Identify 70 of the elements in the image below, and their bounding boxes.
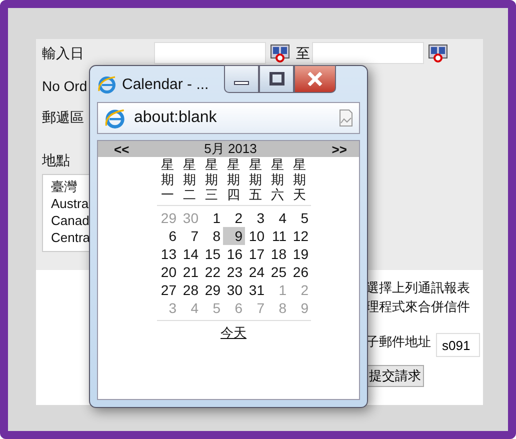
order-label: No Ord [42, 77, 88, 95]
address-text: about:blank [134, 109, 218, 127]
previous-month-link[interactable]: << [114, 142, 130, 156]
calendar-day[interactable]: 8 [200, 227, 222, 245]
calendar-day[interactable]: 22 [200, 263, 222, 281]
email-label: 子郵件地址 [366, 333, 431, 351]
calendar-day[interactable]: 30 [222, 281, 244, 299]
calendar-day[interactable]: 15 [200, 245, 222, 263]
minimize-icon [234, 81, 249, 85]
date-from-field[interactable] [154, 42, 266, 64]
weekday-header: 星期天 [292, 157, 307, 202]
calendar-day[interactable]: 24 [244, 263, 266, 281]
address-bar[interactable]: about:blank [97, 102, 360, 134]
calendar-day[interactable]: 5 [288, 209, 310, 227]
today-link[interactable]: 今天 [220, 324, 246, 342]
close-button[interactable] [294, 65, 336, 93]
browser-icon [104, 107, 126, 129]
calendar-day[interactable]: 14 [178, 245, 200, 263]
location-option[interactable]: Austra [51, 195, 89, 212]
date-to-label: 至 [296, 45, 310, 61]
calendar-day[interactable]: 4 [266, 209, 288, 227]
calendar-day[interactable]: 20 [156, 263, 178, 281]
calendar-day[interactable]: 13 [156, 245, 178, 263]
location-option[interactable]: Canad [51, 212, 90, 229]
calendar-day[interactable]: 19 [288, 245, 310, 263]
calendar-day[interactable]: 12 [288, 227, 310, 245]
calendar-day[interactable]: 3 [244, 209, 266, 227]
calendar-day[interactable]: 10 [244, 227, 266, 245]
calendar-day[interactable]: 18 [266, 245, 288, 263]
calendar-day[interactable]: 31 [244, 281, 266, 299]
calendar-day[interactable]: 16 [222, 245, 244, 263]
calendar-day[interactable]: 2 [222, 209, 244, 227]
date-to-field[interactable] [312, 42, 424, 64]
calendar-day[interactable]: 27 [156, 281, 178, 299]
location-option[interactable]: Centra [51, 229, 90, 246]
calendar-day[interactable]: 1 [200, 209, 222, 227]
calendar-day[interactable]: 25 [266, 263, 288, 281]
calendar-day[interactable]: 6 [156, 227, 178, 245]
next-month-link[interactable]: >> [332, 142, 347, 156]
calendar-icon[interactable] [428, 43, 448, 63]
close-icon [305, 72, 325, 86]
weekday-header: 星期六 [270, 157, 285, 202]
zip-label: 郵遞區 [42, 108, 84, 126]
location-option[interactable]: 臺灣 [51, 178, 77, 195]
calendar-day[interactable]: 26 [288, 263, 310, 281]
weekday-header: 星期四 [226, 157, 241, 202]
calendar-day[interactable]: 29 [200, 281, 222, 299]
weekday-header: 星期五 [248, 157, 263, 202]
calendar-day[interactable]: 17 [244, 245, 266, 263]
location-label: 地點 [42, 152, 70, 170]
submit-button[interactable]: 提交請求 [366, 365, 424, 387]
calendar-day[interactable]: 23 [222, 263, 244, 281]
calendar-day[interactable]: 11 [266, 227, 288, 245]
weekday-header: 星期一 [160, 157, 175, 202]
calendar-day[interactable]: 28 [178, 281, 200, 299]
window-title: Calendar - ... [122, 76, 209, 92]
email-field[interactable]: s091 [436, 333, 480, 357]
calendar-day[interactable]: 21 [178, 263, 200, 281]
month-title: 5月 2013 [204, 140, 257, 158]
page-icon [339, 109, 353, 127]
maximize-icon [266, 72, 286, 86]
calendar-icon[interactable] [270, 43, 290, 63]
calendar-day[interactable]: 7 [178, 227, 200, 245]
maximize-button[interactable] [259, 65, 294, 93]
date-label: 輸入日 [42, 45, 85, 61]
weekday-header: 星期三 [204, 157, 219, 202]
weekday-header: 星期二 [182, 157, 197, 202]
minimize-button[interactable] [224, 65, 259, 93]
calendar-day[interactable]: 9 [222, 227, 244, 245]
browser-icon [97, 74, 117, 94]
